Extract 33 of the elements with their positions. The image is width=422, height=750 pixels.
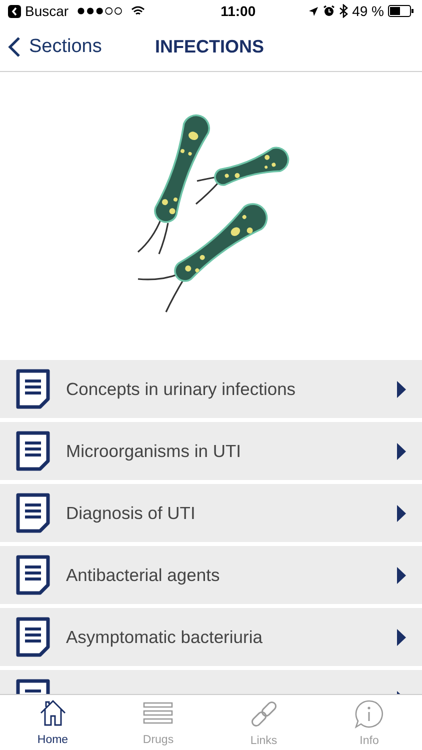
screen-title: INFECTIONS — [155, 35, 264, 58]
disclosure-arrow-icon — [397, 442, 406, 460]
section-row[interactable]: Microorganisms in UTI — [0, 422, 422, 480]
alarm-icon — [323, 5, 336, 17]
clock-time: 11:00 — [220, 2, 256, 20]
battery-icon — [388, 5, 414, 17]
section-row[interactable]: Asymptomatic bacteriuria — [0, 608, 422, 666]
signal-icon — [76, 7, 123, 15]
back-button[interactable]: Sections — [0, 36, 102, 58]
document-icon — [16, 555, 50, 595]
chevron-left-icon — [8, 36, 21, 58]
battery-percent: 49 % — [352, 2, 384, 20]
back-app-link[interactable]: Buscar — [25, 0, 69, 22]
disclosure-arrow-icon — [397, 566, 406, 584]
bluetooth-icon — [339, 4, 348, 18]
disclosure-arrow-icon — [397, 380, 406, 398]
document-icon — [16, 617, 50, 657]
home-icon — [38, 699, 67, 728]
wifi-icon — [130, 6, 145, 16]
location-icon — [308, 6, 320, 16]
tab[interactable]: Home — [0, 695, 106, 750]
disclosure-arrow-icon — [397, 628, 406, 646]
link-icon — [248, 699, 279, 729]
info-bubble-icon — [354, 699, 384, 729]
list-icon — [143, 701, 174, 726]
document-icon — [16, 369, 50, 409]
section-row[interactable]: Concepts in urinary infections — [0, 360, 422, 418]
back-app-icon[interactable] — [8, 4, 21, 18]
section-row[interactable]: Antibacterial agents — [0, 546, 422, 604]
document-icon — [16, 493, 50, 533]
disclosure-arrow-icon — [397, 504, 406, 522]
document-icon — [16, 431, 50, 471]
section-row[interactable]: Diagnosis of UTI — [0, 484, 422, 542]
